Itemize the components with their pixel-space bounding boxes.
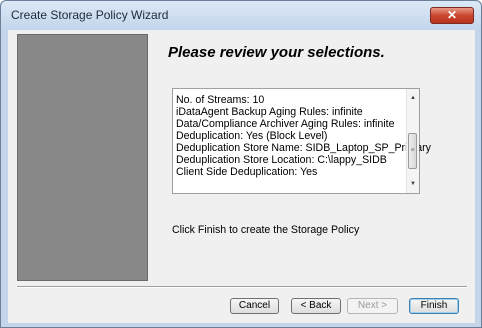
summary-line: Deduplication: Yes (Block Level) [176, 130, 328, 142]
scroll-down-arrow-icon[interactable]: ▼ [407, 178, 419, 190]
summary-text: No. of Streams: 10 iDataAgent Backup Agi… [176, 94, 431, 178]
wizard-side-banner [17, 34, 148, 281]
close-button[interactable]: ✕ [430, 7, 474, 24]
summary-line: Data/Compliance Archiver Aging Rules: in… [176, 118, 395, 130]
button-divider [17, 286, 467, 288]
finish-instruction: Click Finish to create the Storage Polic… [172, 224, 360, 236]
back-button[interactable]: < Back [291, 298, 341, 314]
wizard-window: Create Storage Policy Wizard ✕ Please re… [0, 0, 482, 328]
summary-scrollbar[interactable]: ▲ ≡ ▼ [406, 89, 419, 193]
close-icon: ✕ [446, 8, 458, 22]
summary-line: Deduplication Store Location: C:\lappy_S… [176, 154, 387, 166]
scroll-thumb[interactable]: ≡ [408, 133, 417, 169]
window-title: Create Storage Policy Wizard [11, 8, 169, 22]
wizard-body: Please review your selections. No. of St… [8, 30, 475, 323]
summary-line: iDataAgent Backup Aging Rules: infinite [176, 106, 363, 118]
summary-line: No. of Streams: 10 [176, 94, 265, 106]
summary-line: Client Side Deduplication: Yes [176, 166, 318, 178]
cancel-button[interactable]: Cancel [230, 298, 279, 314]
grip-icon: ≡ [410, 147, 415, 154]
page-heading: Please review your selections. [168, 44, 385, 61]
finish-button[interactable]: Finish [409, 298, 459, 314]
next-button[interactable]: Next > [347, 298, 398, 314]
summary-line: Deduplication Store Name: SIDB_Laptop_SP… [176, 142, 431, 154]
scroll-up-arrow-icon[interactable]: ▲ [407, 92, 419, 104]
selections-summary-box[interactable]: No. of Streams: 10 iDataAgent Backup Agi… [172, 88, 431, 194]
title-bar[interactable]: Create Storage Policy Wizard ✕ [1, 1, 481, 29]
